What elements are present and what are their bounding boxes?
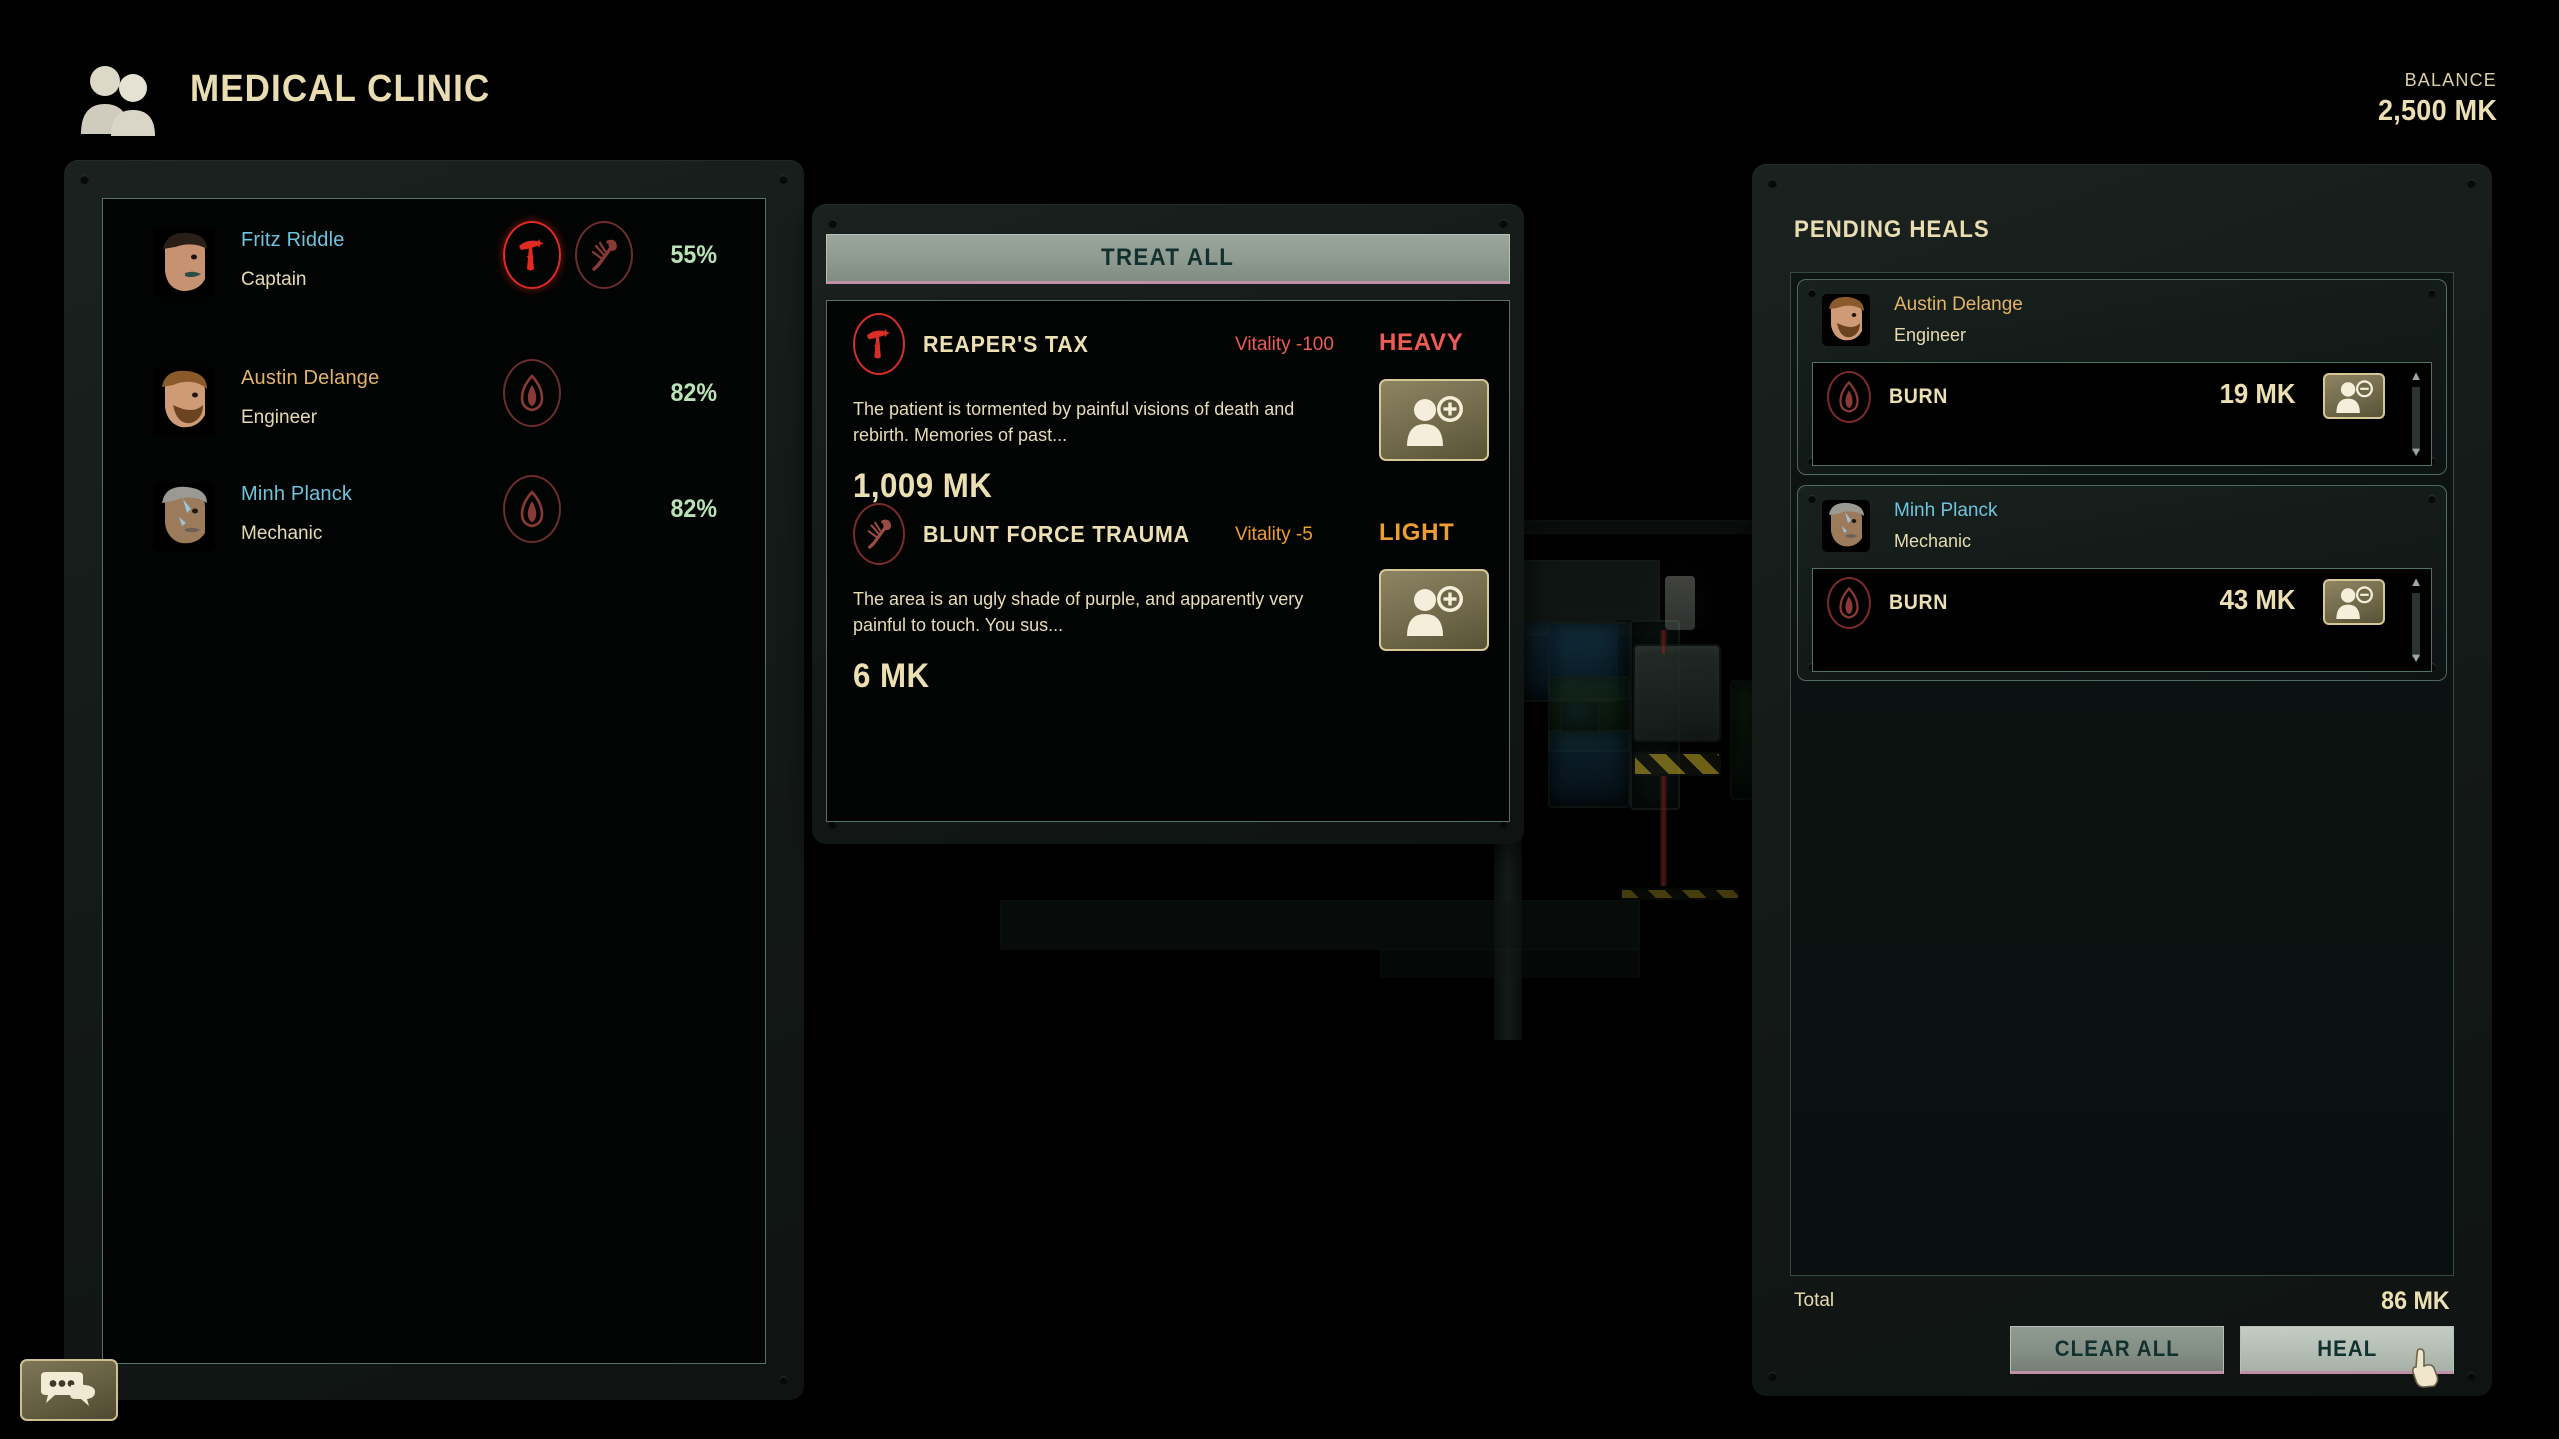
pending-heal-name: BURN	[1889, 385, 1949, 408]
chat-button[interactable]	[20, 1359, 118, 1421]
total-value: 86 MK	[2381, 1287, 2450, 1315]
add-patient-button[interactable]	[1379, 569, 1489, 651]
crew-health-percent: 55%	[670, 241, 717, 269]
crew-row[interactable]: Fritz Riddle Captain 55%	[103, 221, 765, 339]
pending-heals-panel: PENDING HEALS Austin Delange Engineer BU…	[1752, 164, 2492, 1396]
chat-bubbles-icon	[41, 1372, 95, 1406]
crew-name: Minh Planck	[241, 483, 353, 505]
crew-row[interactable]: Minh Planck Mechanic 82%	[103, 475, 765, 593]
add-patient-icon	[1407, 396, 1463, 446]
affliction-name: REAPER'S TAX	[923, 331, 1089, 357]
pending-heal-entry-list: BURN 43 MK ▲ ▼	[1812, 568, 2432, 672]
burn-icon	[1827, 371, 1871, 423]
crew-role: Captain	[241, 269, 307, 290]
pending-heal-entry-list: BURN 19 MK ▲ ▼	[1812, 362, 2432, 466]
affliction-list: REAPER'S TAX Vitality -100 HEAVY The pat…	[826, 300, 1510, 822]
heal-label: HEAL	[2316, 1336, 2378, 1361]
affliction-vitality: Vitality -100	[1235, 334, 1334, 355]
affliction-severity: HEAVY	[1379, 329, 1464, 356]
avatar	[153, 483, 215, 551]
remove-patient-button[interactable]	[2323, 579, 2385, 625]
balance-block: BALANCE 2,500 MK	[2369, 70, 2497, 128]
scrollbar-thumb[interactable]	[2412, 593, 2420, 658]
pending-heal-card[interactable]: Austin Delange Engineer BURN 19 MK ▲ ▼	[1797, 279, 2447, 475]
reapers-tax-icon	[853, 313, 905, 375]
avatar	[1822, 294, 1870, 346]
total-row: Total 86 MK	[1790, 1287, 2454, 1318]
avatar	[1822, 500, 1870, 552]
crew-name: Austin Delange	[241, 367, 380, 389]
clear-all-button[interactable]: CLEAR ALL	[2010, 1326, 2224, 1374]
scroll-down-icon[interactable]: ▼	[2409, 651, 2423, 665]
scrollbar-thumb[interactable]	[2412, 387, 2420, 452]
panel-screw	[2467, 1372, 2476, 1381]
add-patient-icon	[1407, 586, 1463, 636]
blunt-force-trauma-icon[interactable]	[575, 221, 633, 289]
page-header: MEDICAL CLINIC BALANCE 2,500 MK	[0, 0, 2559, 170]
affliction-description: The patient is tormented by painful visi…	[853, 399, 1295, 445]
pending-heal-card[interactable]: Minh Planck Mechanic BURN 43 MK ▲ ▼	[1797, 485, 2447, 681]
affliction-row[interactable]: REAPER'S TAX Vitality -100 HEAVY The pat…	[827, 309, 1509, 509]
avatar	[153, 229, 215, 297]
two-people-icon	[81, 66, 155, 136]
crew-role: Mechanic	[241, 523, 323, 544]
affliction-price: 6 MK	[853, 657, 930, 695]
pending-crew-name: Minh Planck	[1894, 500, 1998, 521]
panel-screw	[779, 1376, 788, 1385]
pending-heal-name: BURN	[1889, 591, 1949, 614]
burn-icon	[1827, 577, 1871, 629]
affliction-severity: LIGHT	[1379, 519, 1455, 546]
scroll-up-icon[interactable]: ▲	[2409, 575, 2423, 589]
remove-patient-icon	[2336, 586, 2373, 619]
treat-all-label: TREAT ALL	[1101, 244, 1235, 271]
crew-name: Fritz Riddle	[241, 229, 345, 251]
panel-screw	[1768, 1372, 1777, 1381]
crew-health-percent: 82%	[670, 379, 717, 407]
burn-icon[interactable]	[503, 475, 561, 543]
pending-heal-price: 19 MK	[2219, 378, 2295, 409]
pending-heal-price: 43 MK	[2219, 584, 2295, 615]
reapers-tax-icon[interactable]	[503, 221, 561, 289]
total-label: Total	[1794, 1290, 1835, 1311]
scroll-up-icon[interactable]: ▲	[2409, 369, 2423, 383]
crew-list: Fritz Riddle Captain 55% Austin Delange …	[102, 198, 766, 1364]
clear-all-label: CLEAR ALL	[2054, 1336, 2180, 1361]
heal-entry-scrollbar[interactable]: ▲ ▼	[2409, 369, 2423, 459]
crew-health-percent: 82%	[670, 495, 717, 523]
blunt-force-trauma-icon	[853, 503, 905, 565]
heal-entry-scrollbar[interactable]: ▲ ▼	[2409, 575, 2423, 665]
crew-roster-panel: Fritz Riddle Captain 55% Austin Delange …	[64, 160, 804, 1400]
scroll-down-icon[interactable]: ▼	[2409, 445, 2423, 459]
affliction-vitality: Vitality -5	[1235, 524, 1313, 545]
treat-all-button[interactable]: TREAT ALL	[826, 234, 1510, 284]
balance-value: 2,500 MK	[2377, 95, 2497, 127]
remove-patient-button[interactable]	[2323, 373, 2385, 419]
avatar	[153, 367, 215, 435]
pending-crew-name: Austin Delange	[1894, 294, 2023, 315]
heal-button[interactable]: HEAL	[2240, 1326, 2454, 1374]
pending-crew-role: Engineer	[1894, 325, 1967, 345]
crew-role: Engineer	[241, 407, 318, 428]
pending-heals-title: PENDING HEALS	[1794, 216, 1990, 243]
crew-row[interactable]: Austin Delange Engineer 82%	[103, 359, 765, 477]
remove-patient-icon	[2336, 380, 2373, 413]
page-title: MEDICAL CLINIC	[190, 68, 491, 110]
panel-screw	[1808, 495, 1816, 503]
affliction-description: The area is an ugly shade of purple, and…	[853, 589, 1304, 635]
pending-crew-role: Mechanic	[1894, 531, 1972, 551]
balance-label: BALANCE	[2404, 70, 2497, 90]
affliction-row[interactable]: BLUNT FORCE TRAUMA Vitality -5 LIGHT The…	[827, 499, 1509, 699]
affliction-name: BLUNT FORCE TRAUMA	[923, 521, 1190, 547]
add-patient-button[interactable]	[1379, 379, 1489, 461]
pending-heals-list: Austin Delange Engineer BURN 19 MK ▲ ▼ M…	[1790, 272, 2454, 1276]
panel-screw	[2428, 495, 2436, 503]
burn-icon[interactable]	[503, 359, 561, 427]
treatment-panel: TREAT ALL REAPER'S TAX Vitality -100 HEA…	[812, 204, 1524, 844]
panel-screw	[1808, 289, 1816, 297]
panel-screw	[2428, 289, 2436, 297]
